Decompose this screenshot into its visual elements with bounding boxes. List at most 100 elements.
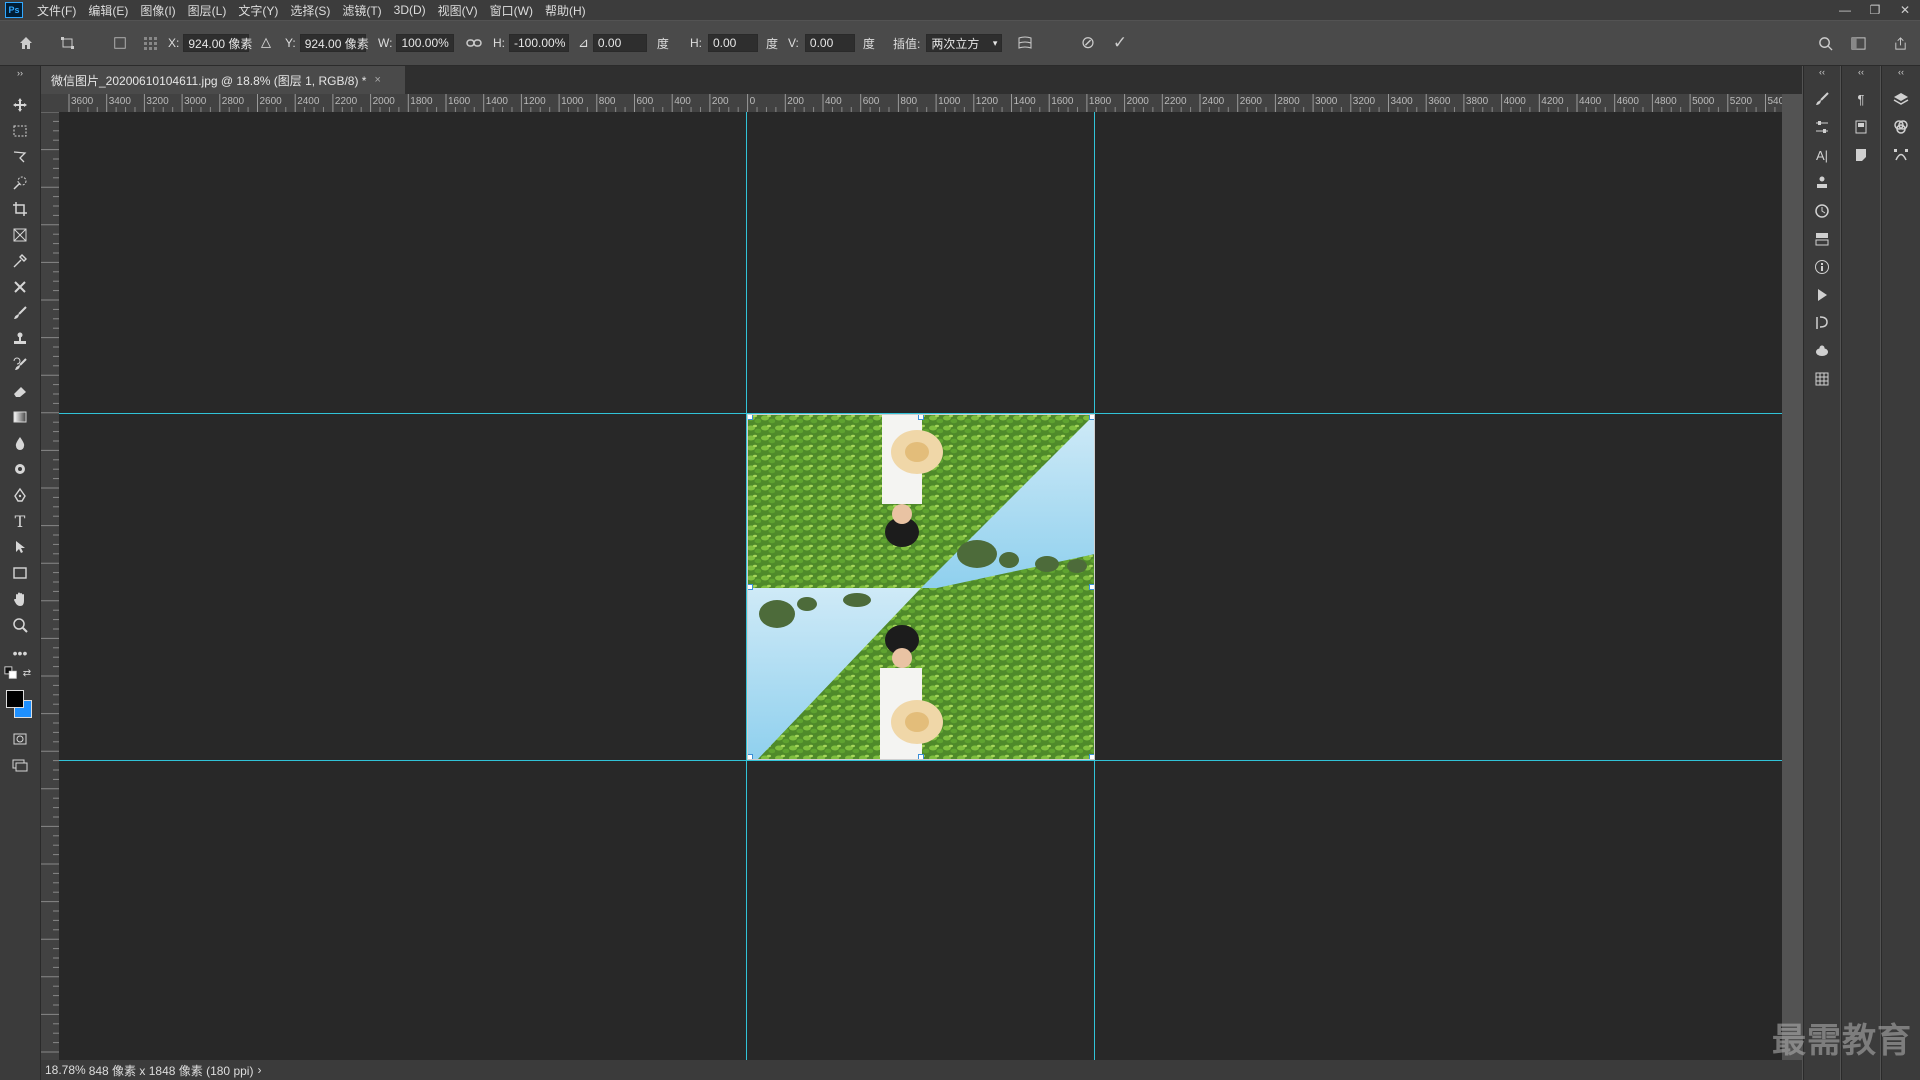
brush-settings-icon[interactable] xyxy=(1811,88,1833,110)
home-icon[interactable] xyxy=(16,33,36,53)
menu-window[interactable]: 窗口(W) xyxy=(484,2,539,19)
transform-handle-top-left[interactable] xyxy=(747,414,753,420)
transformed-image[interactable] xyxy=(747,414,1095,760)
y-position-field[interactable]: 924.00 像素 xyxy=(299,34,369,52)
ruler-corner[interactable] xyxy=(41,94,59,112)
vertical-ruler[interactable] xyxy=(41,112,60,1060)
status-menu-arrow[interactable]: › xyxy=(257,1063,261,1077)
skew-h-field[interactable]: 0.00 xyxy=(708,34,758,52)
transform-handle-bottom-left[interactable] xyxy=(747,754,753,760)
transform-handle-top-right[interactable] xyxy=(1089,414,1095,420)
reference-point-toggle[interactable] xyxy=(110,33,130,53)
cancel-transform-button[interactable]: ⊘ xyxy=(1078,33,1098,53)
restore-button[interactable]: ❐ xyxy=(1860,0,1890,20)
x-position-field[interactable]: 924.00 像素 xyxy=(183,34,252,52)
history-panel-icon[interactable] xyxy=(1811,200,1833,222)
clone-stamp-tool-icon[interactable] xyxy=(8,328,32,350)
default-colors-icon[interactable] xyxy=(4,666,18,680)
rectangle-tool-icon[interactable] xyxy=(8,562,32,584)
brush-tool-icon[interactable] xyxy=(8,302,32,324)
relative-position-icon[interactable] xyxy=(256,33,276,53)
pen-tool-icon[interactable] xyxy=(8,484,32,506)
menu-help[interactable]: 帮助(H) xyxy=(539,2,592,19)
warp-mode-icon[interactable] xyxy=(1015,33,1035,53)
quick-selection-tool-icon[interactable] xyxy=(8,172,32,194)
transform-handle-left[interactable] xyxy=(747,584,753,590)
notes-panel-icon[interactable] xyxy=(1850,144,1872,166)
dodge-tool-icon[interactable] xyxy=(8,458,32,480)
workspace-icon[interactable] xyxy=(1848,33,1868,53)
screen-mode-icon[interactable] xyxy=(8,754,32,776)
menu-image[interactable]: 图像(I) xyxy=(134,2,181,19)
lasso-tool-icon[interactable] xyxy=(8,146,32,168)
menu-layer[interactable]: 图层(L) xyxy=(182,2,233,19)
actions-play-icon[interactable] xyxy=(1811,284,1833,306)
close-tab-icon[interactable]: × xyxy=(374,74,380,86)
height-field[interactable]: -100.00% xyxy=(509,34,569,52)
paragraph-panel-icon[interactable]: ¶ xyxy=(1850,88,1872,110)
zoom-tool-icon[interactable] xyxy=(8,614,32,636)
3d-panel-icon[interactable] xyxy=(1811,340,1833,362)
menu-3d[interactable]: 3D(D) xyxy=(388,3,432,17)
libraries-icon[interactable] xyxy=(1811,228,1833,250)
rotate-angle-field[interactable]: 0.00 xyxy=(592,34,647,52)
foreground-color-swatch[interactable] xyxy=(6,690,24,708)
character-panel-icon[interactable]: A| xyxy=(1811,144,1833,166)
width-field[interactable]: 100.00% xyxy=(396,34,455,52)
adjustments-icon[interactable] xyxy=(1811,116,1833,138)
more-tools-icon[interactable]: ••• xyxy=(8,642,32,664)
marquee-tool-icon[interactable] xyxy=(8,120,32,142)
horizontal-ruler[interactable]: 3600 3400 3200 3000 2800 2600 2400 2200 2000 1800… xyxy=(59,94,1782,113)
paths-panel-icon[interactable] xyxy=(1890,144,1912,166)
share-icon[interactable] xyxy=(1890,33,1910,53)
move-tool-icon[interactable] xyxy=(8,94,32,116)
toolbar-collapse-icon[interactable]: ›› xyxy=(8,68,32,78)
path-selection-tool-icon[interactable] xyxy=(8,536,32,558)
info-icon[interactable] xyxy=(1811,256,1833,278)
document-tab[interactable]: 微信图片_20200610104611.jpg @ 18.8% (图层 1, R… xyxy=(41,66,405,94)
menu-file[interactable]: 文件(F) xyxy=(31,2,82,19)
channels-panel-icon[interactable] xyxy=(1890,116,1912,138)
minimize-button[interactable]: — xyxy=(1830,0,1860,20)
eyedropper-tool-icon[interactable] xyxy=(8,250,32,272)
guide-horizontal-bottom[interactable] xyxy=(59,760,1782,761)
dock-collapse-icon[interactable]: ‹‹ xyxy=(1890,66,1912,78)
transform-handle-bottom[interactable] xyxy=(918,754,924,760)
dock-collapse-icon[interactable]: ‹‹ xyxy=(1850,66,1872,78)
hand-tool-icon[interactable] xyxy=(8,588,32,610)
close-button[interactable]: ✕ xyxy=(1890,0,1920,20)
table-panel-icon[interactable] xyxy=(1811,368,1833,390)
gradient-tool-icon[interactable] xyxy=(8,406,32,428)
transform-handle-right[interactable] xyxy=(1089,584,1095,590)
skew-v-field[interactable]: 0.00 xyxy=(804,34,855,52)
crop-tool-icon[interactable] xyxy=(8,198,32,220)
swap-colors-icon[interactable]: ⇄ xyxy=(20,666,34,680)
transform-handle-bottom-right[interactable] xyxy=(1089,754,1095,760)
interpolation-select[interactable]: 两次立方 ▾ xyxy=(926,34,1003,52)
blur-tool-icon[interactable] xyxy=(8,432,32,454)
swatches-panel-icon[interactable] xyxy=(1850,116,1872,138)
menu-view[interactable]: 视图(V) xyxy=(432,2,484,19)
clone-source-icon[interactable] xyxy=(1811,172,1833,194)
zoom-level[interactable]: 18.78% xyxy=(45,1063,86,1077)
history-brush-tool-icon[interactable] xyxy=(8,354,32,376)
frame-tool-icon[interactable] xyxy=(8,224,32,246)
transform-tool-icon[interactable] xyxy=(58,33,78,53)
commit-transform-button[interactable]: ✓ xyxy=(1110,33,1130,53)
quick-mask-icon[interactable] xyxy=(8,728,32,750)
menu-select[interactable]: 选择(S) xyxy=(284,2,336,19)
type-tool-icon[interactable]: T xyxy=(8,510,32,532)
menu-edit[interactable]: 编辑(E) xyxy=(82,2,134,19)
menu-type[interactable]: 文字(Y) xyxy=(232,2,284,19)
healing-tool-icon[interactable] xyxy=(8,276,32,298)
link-icon[interactable] xyxy=(464,33,484,53)
search-icon[interactable] xyxy=(1815,33,1835,53)
glyphs-icon[interactable] xyxy=(1811,312,1833,334)
transform-handle-top[interactable] xyxy=(918,414,924,420)
eraser-tool-icon[interactable] xyxy=(8,380,32,402)
reference-point-grid-icon[interactable] xyxy=(140,33,160,53)
ruler-tick-label: 2400 xyxy=(297,96,320,107)
dock-collapse-icon[interactable]: ‹‹ xyxy=(1811,66,1833,78)
menu-filter[interactable]: 滤镜(T) xyxy=(336,2,387,19)
layers-panel-icon[interactable] xyxy=(1890,88,1912,110)
